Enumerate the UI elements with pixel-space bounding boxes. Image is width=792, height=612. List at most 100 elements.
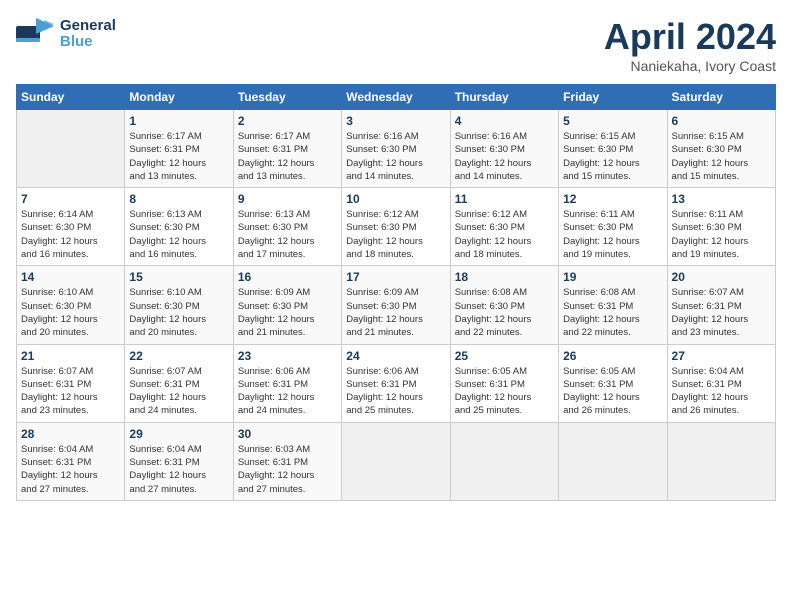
- day-info: Sunrise: 6:14 AM Sunset: 6:30 PM Dayligh…: [21, 208, 120, 261]
- day-number: 5: [563, 114, 662, 128]
- day-info: Sunrise: 6:09 AM Sunset: 6:30 PM Dayligh…: [346, 286, 445, 339]
- day-info: Sunrise: 6:05 AM Sunset: 6:31 PM Dayligh…: [455, 365, 554, 418]
- day-info: Sunrise: 6:05 AM Sunset: 6:31 PM Dayligh…: [563, 365, 662, 418]
- day-info: Sunrise: 6:17 AM Sunset: 6:31 PM Dayligh…: [238, 130, 337, 183]
- day-number: 21: [21, 349, 120, 363]
- calendar-cell: 2Sunrise: 6:17 AM Sunset: 6:31 PM Daylig…: [233, 110, 341, 188]
- calendar-cell: 23 Sunrise: 6:06 AM Sunset: 6:31 PM Dayli…: [233, 344, 341, 422]
- day-number: 11: [455, 192, 554, 206]
- calendar-cell: [559, 422, 667, 500]
- calendar-cell: 30 Sunrise: 6:03 AM Sunset: 6:31 PM Dayli…: [233, 422, 341, 500]
- day-info: Sunrise: 6:11 AM Sunset: 6:30 PM Dayligh…: [563, 208, 662, 261]
- day-info: Sunrise: 6:07 AM Sunset: 6:31 PM Dayligh…: [21, 365, 120, 418]
- calendar-cell: [667, 422, 775, 500]
- day-info: Sunrise: 6:10 AM Sunset: 6:30 PM Dayligh…: [129, 286, 228, 339]
- location: Naniekaha, Ivory Coast: [604, 58, 776, 74]
- calendar-cell: 25Sunrise: 6:05 AM Sunset: 6:31 PM Dayli…: [450, 344, 558, 422]
- day-info: Sunrise: 6:08 AM Sunset: 6:30 PM Dayligh…: [455, 286, 554, 339]
- day-number: 24: [346, 349, 445, 363]
- calendar-cell: 19 Sunrise: 6:08 AM Sunset: 6:31 PM Dayli…: [559, 266, 667, 344]
- calendar-cell: 16 Sunrise: 6:09 AM Sunset: 6:30 PM Dayli…: [233, 266, 341, 344]
- calendar-cell: 7 Sunrise: 6:14 AM Sunset: 6:30 PM Daylig…: [17, 188, 125, 266]
- day-number: 30: [238, 427, 337, 441]
- day-info: Sunrise: 6:08 AM Sunset: 6:31 PM Dayligh…: [563, 286, 662, 339]
- title-area: April 2024 Naniekaha, Ivory Coast: [604, 16, 776, 74]
- calendar-cell: 22 Sunrise: 6:07 AM Sunset: 6:31 PM Dayli…: [125, 344, 233, 422]
- calendar-cell: 13Sunrise: 6:11 AM Sunset: 6:30 PM Dayli…: [667, 188, 775, 266]
- weekday-header-friday: Friday: [559, 85, 667, 110]
- logo-blue: Blue: [60, 34, 116, 51]
- day-info: Sunrise: 6:10 AM Sunset: 6:30 PM Dayligh…: [21, 286, 120, 339]
- day-info: Sunrise: 6:13 AM Sunset: 6:30 PM Dayligh…: [129, 208, 228, 261]
- calendar-table: SundayMondayTuesdayWednesdayThursdayFrid…: [16, 84, 776, 501]
- day-info: Sunrise: 6:12 AM Sunset: 6:30 PM Dayligh…: [346, 208, 445, 261]
- day-number: 16: [238, 270, 337, 284]
- week-row-1: 1 Sunrise: 6:17 AM Sunset: 6:31 PM Daylig…: [17, 110, 776, 188]
- calendar-cell: 27Sunrise: 6:04 AM Sunset: 6:31 PM Dayli…: [667, 344, 775, 422]
- day-number: 9: [238, 192, 337, 206]
- header: General Blue April 2024 Naniekaha, Ivory…: [16, 16, 776, 74]
- day-number: 3: [346, 114, 445, 128]
- day-number: 15: [129, 270, 228, 284]
- calendar-cell: 29Sunrise: 6:04 AM Sunset: 6:31 PM Dayli…: [125, 422, 233, 500]
- day-number: 4: [455, 114, 554, 128]
- calendar-cell: 17 Sunrise: 6:09 AM Sunset: 6:30 PM Dayli…: [342, 266, 450, 344]
- week-row-4: 21 Sunrise: 6:07 AM Sunset: 6:31 PM Dayli…: [17, 344, 776, 422]
- day-number: 1: [129, 114, 228, 128]
- weekday-header-sunday: Sunday: [17, 85, 125, 110]
- calendar-cell: 26Sunrise: 6:05 AM Sunset: 6:31 PM Dayli…: [559, 344, 667, 422]
- day-info: Sunrise: 6:16 AM Sunset: 6:30 PM Dayligh…: [346, 130, 445, 183]
- day-info: Sunrise: 6:03 AM Sunset: 6:31 PM Dayligh…: [238, 443, 337, 496]
- day-number: 20: [672, 270, 771, 284]
- calendar-cell: 18 Sunrise: 6:08 AM Sunset: 6:30 PM Dayli…: [450, 266, 558, 344]
- day-info: Sunrise: 6:17 AM Sunset: 6:31 PM Dayligh…: [129, 130, 228, 183]
- calendar-cell: 20 Sunrise: 6:07 AM Sunset: 6:31 PM Dayli…: [667, 266, 775, 344]
- weekday-header-wednesday: Wednesday: [342, 85, 450, 110]
- day-info: Sunrise: 6:15 AM Sunset: 6:30 PM Dayligh…: [563, 130, 662, 183]
- month-title: April 2024: [604, 16, 776, 58]
- calendar-cell: 21 Sunrise: 6:07 AM Sunset: 6:31 PM Dayli…: [17, 344, 125, 422]
- day-info: Sunrise: 6:09 AM Sunset: 6:30 PM Dayligh…: [238, 286, 337, 339]
- week-row-5: 28Sunrise: 6:04 AM Sunset: 6:31 PM Dayli…: [17, 422, 776, 500]
- weekday-header-tuesday: Tuesday: [233, 85, 341, 110]
- day-number: 10: [346, 192, 445, 206]
- calendar-cell: 24 Sunrise: 6:06 AM Sunset: 6:31 PM Dayli…: [342, 344, 450, 422]
- day-number: 23: [238, 349, 337, 363]
- calendar-cell: 6Sunrise: 6:15 AM Sunset: 6:30 PM Daylig…: [667, 110, 775, 188]
- day-number: 19: [563, 270, 662, 284]
- day-info: Sunrise: 6:06 AM Sunset: 6:31 PM Dayligh…: [238, 365, 337, 418]
- day-info: Sunrise: 6:13 AM Sunset: 6:30 PM Dayligh…: [238, 208, 337, 261]
- day-number: 28: [21, 427, 120, 441]
- day-number: 14: [21, 270, 120, 284]
- logo: General Blue: [16, 16, 116, 52]
- day-number: 18: [455, 270, 554, 284]
- calendar-cell: 14 Sunrise: 6:10 AM Sunset: 6:30 PM Dayli…: [17, 266, 125, 344]
- calendar-cell: 10 Sunrise: 6:12 AM Sunset: 6:30 PM Dayli…: [342, 188, 450, 266]
- calendar-cell: 28Sunrise: 6:04 AM Sunset: 6:31 PM Dayli…: [17, 422, 125, 500]
- day-info: Sunrise: 6:07 AM Sunset: 6:31 PM Dayligh…: [129, 365, 228, 418]
- day-number: 8: [129, 192, 228, 206]
- calendar-cell: 9 Sunrise: 6:13 AM Sunset: 6:30 PM Daylig…: [233, 188, 341, 266]
- calendar-cell: 8 Sunrise: 6:13 AM Sunset: 6:30 PM Daylig…: [125, 188, 233, 266]
- calendar-cell: [342, 422, 450, 500]
- day-info: Sunrise: 6:16 AM Sunset: 6:30 PM Dayligh…: [455, 130, 554, 183]
- day-number: 22: [129, 349, 228, 363]
- day-number: 7: [21, 192, 120, 206]
- day-number: 12: [563, 192, 662, 206]
- calendar-cell: [17, 110, 125, 188]
- calendar-cell: 3 Sunrise: 6:16 AM Sunset: 6:30 PM Daylig…: [342, 110, 450, 188]
- calendar-cell: 15 Sunrise: 6:10 AM Sunset: 6:30 PM Dayli…: [125, 266, 233, 344]
- weekday-header-thursday: Thursday: [450, 85, 558, 110]
- day-info: Sunrise: 6:06 AM Sunset: 6:31 PM Dayligh…: [346, 365, 445, 418]
- day-number: 6: [672, 114, 771, 128]
- day-number: 29: [129, 427, 228, 441]
- weekday-header-row: SundayMondayTuesdayWednesdayThursdayFrid…: [17, 85, 776, 110]
- logo-general: General: [60, 18, 116, 35]
- calendar-cell: 4 Sunrise: 6:16 AM Sunset: 6:30 PM Daylig…: [450, 110, 558, 188]
- day-info: Sunrise: 6:07 AM Sunset: 6:31 PM Dayligh…: [672, 286, 771, 339]
- calendar-cell: 1 Sunrise: 6:17 AM Sunset: 6:31 PM Daylig…: [125, 110, 233, 188]
- day-info: Sunrise: 6:12 AM Sunset: 6:30 PM Dayligh…: [455, 208, 554, 261]
- calendar-cell: 5 Sunrise: 6:15 AM Sunset: 6:30 PM Daylig…: [559, 110, 667, 188]
- calendar-cell: [450, 422, 558, 500]
- day-number: 17: [346, 270, 445, 284]
